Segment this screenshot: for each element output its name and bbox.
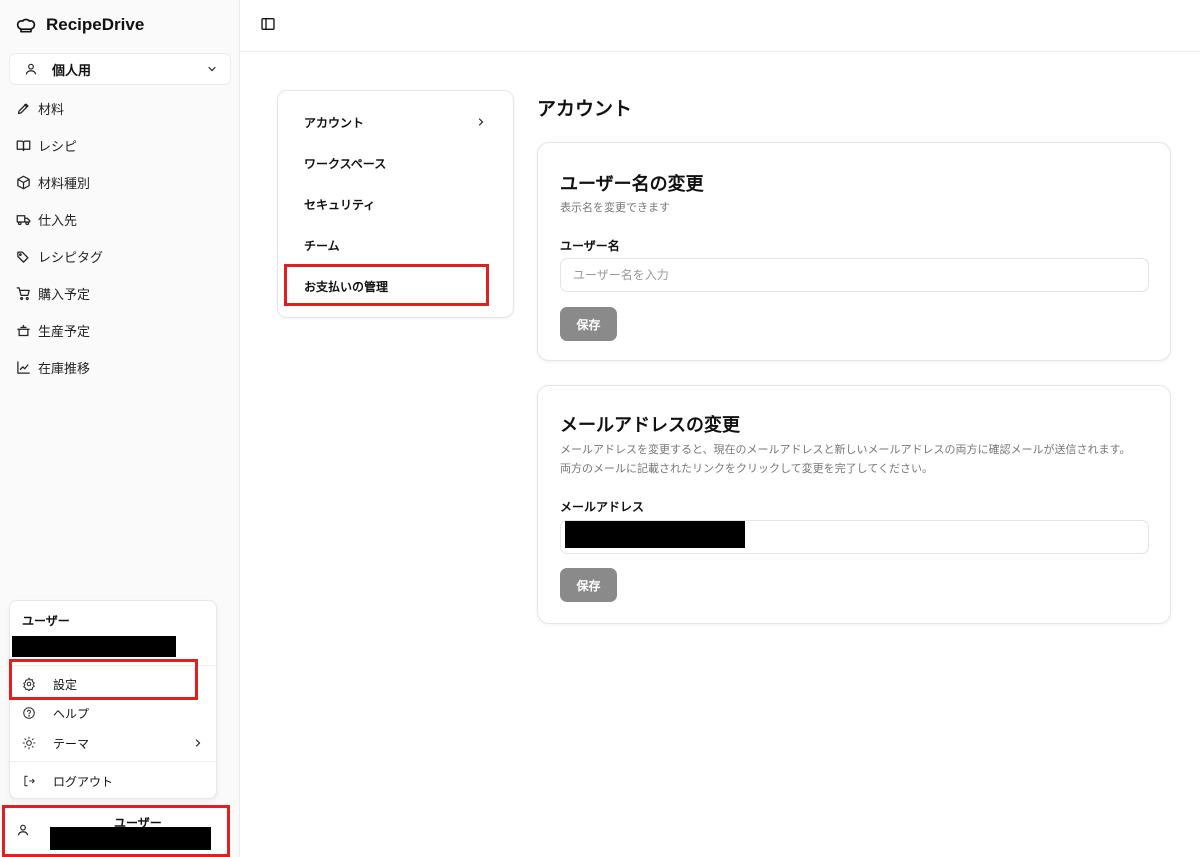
menu-item-label: ログアウト [53, 774, 114, 789]
user-icon [17, 824, 29, 836]
divider [10, 665, 216, 666]
sidebar-item-label: 材料 [38, 103, 65, 118]
sidebar-nav: 材料 レシピ 材料種別 仕入先 レシピタグ 購入予定 生産予定 在庫推移 [0, 90, 240, 386]
page-title: アカウント [537, 98, 633, 120]
username-input[interactable] [560, 258, 1149, 292]
chef-hat-icon [16, 18, 36, 33]
chevron-down-icon [208, 66, 216, 72]
help-circle-icon [23, 707, 35, 719]
menu-item-theme[interactable]: テーマ [10, 729, 216, 757]
tags-icon [17, 251, 29, 263]
brand[interactable]: RecipeDrive [16, 14, 144, 36]
menu-item-settings[interactable]: 設定 [10, 670, 216, 698]
settings-tab-security[interactable]: セキュリティ [278, 186, 513, 222]
sidebar-item-recipe-tags[interactable]: レシピタグ [0, 238, 240, 275]
sidebar-item-label: 材料種別 [38, 177, 91, 192]
card-title: ユーザー名の変更 [560, 174, 704, 195]
sidebar-item-label: 仕入先 [38, 214, 78, 229]
sidebar-item-purchase-plans[interactable]: 購入予定 [0, 275, 240, 312]
card-title: メールアドレスの変更 [560, 415, 740, 436]
user-menu: ユーザー 設定 ヘルプ テーマ ログアウト [9, 600, 217, 799]
sidebar-item-label: 生産予定 [38, 325, 91, 340]
menu-item-label: テーマ [53, 736, 90, 751]
card-description: メールアドレスを変更すると、現在のメールアドレスと新しいメールアドレスの両方に確… [560, 443, 1131, 456]
settings-tab-label: チーム [304, 238, 340, 253]
pencil-icon [17, 103, 29, 115]
card-description: 表示名を変更できます [560, 201, 670, 214]
sidebar-item-label: 在庫推移 [38, 362, 91, 377]
user-menu-title: ユーザー [22, 614, 70, 628]
user-icon [25, 63, 37, 75]
book-icon [16, 140, 31, 152]
settings-nav: アカウント ワークスペース セキュリティ チーム お支払いの管理 [277, 90, 514, 318]
settings-tab-label: アカウント [304, 115, 365, 130]
sidebar-item-label: レシピタグ [38, 251, 104, 266]
sidebar-item-ingredient-types[interactable]: 材料種別 [0, 164, 240, 201]
sidebar-item-production-plans[interactable]: 生産予定 [0, 312, 240, 349]
field-label: ユーザー名 [560, 239, 620, 253]
workspace-name: 個人用 [52, 63, 92, 79]
cooking-pot-icon [17, 324, 30, 337]
chevron-right-icon [195, 739, 201, 747]
sidebar-item-suppliers[interactable]: 仕入先 [0, 201, 240, 238]
user-footer-button[interactable]: ユーザー [2, 805, 230, 857]
sun-icon [22, 736, 36, 750]
sidebar-item-ingredients[interactable]: 材料 [0, 90, 240, 127]
settings-tab-team[interactable]: チーム [278, 227, 513, 263]
menu-item-logout[interactable]: ログアウト [10, 767, 216, 795]
redacted-user-email [50, 827, 211, 850]
redacted-user-email [12, 636, 176, 657]
line-chart-icon [17, 361, 30, 374]
app-name: RecipeDrive [46, 15, 145, 34]
chevron-right-icon [478, 118, 484, 126]
gear-icon [23, 677, 35, 691]
settings-tab-billing[interactable]: お支払いの管理 [278, 268, 513, 304]
sidebar-toggle-icon[interactable] [260, 16, 276, 32]
workspace-select[interactable]: 個人用 [9, 53, 231, 85]
sidebar-item-inventory-trend[interactable]: 在庫推移 [0, 349, 240, 386]
sidebar-item-recipes[interactable]: レシピ [0, 127, 240, 164]
settings-tab-label: セキュリティ [304, 197, 376, 212]
menu-item-label: ヘルプ [53, 706, 90, 721]
settings-tab-label: お支払いの管理 [304, 279, 389, 294]
sidebar-item-label: 購入予定 [38, 288, 91, 303]
username-card: ユーザー名の変更 表示名を変更できます ユーザー名 保存 [537, 142, 1171, 361]
divider [10, 761, 216, 762]
settings-tab-label: ワークスペース [304, 156, 387, 171]
app-root: RecipeDrive 個人用 材料 レシピ 材料種別 仕入先 レシピタグ 購入… [0, 0, 1200, 857]
field-label: メールアドレス [560, 500, 645, 514]
truck-icon [16, 215, 31, 226]
menu-item-label: 設定 [53, 677, 78, 692]
menu-item-help[interactable]: ヘルプ [10, 699, 216, 727]
save-email-button[interactable]: 保存 [560, 568, 617, 602]
box-icon [17, 175, 30, 190]
sidebar: RecipeDrive 個人用 材料 レシピ 材料種別 仕入先 レシピタグ 購入… [0, 0, 240, 857]
top-bar [240, 0, 1200, 52]
sidebar-item-label: レシピ [38, 140, 78, 155]
save-username-button[interactable]: 保存 [560, 307, 617, 341]
email-card: メールアドレスの変更 メールアドレスを変更すると、現在のメールアドレスと新しいメ… [537, 385, 1171, 624]
logout-icon [24, 775, 35, 787]
cart-icon [16, 287, 30, 301]
redacted-email-value [565, 521, 745, 548]
settings-tab-workspace[interactable]: ワークスペース [278, 145, 513, 181]
settings-tab-account[interactable]: アカウント [278, 104, 513, 140]
card-description: 両方のメールに記載されたリンクをクリックして変更を完了してください。 [560, 462, 934, 475]
